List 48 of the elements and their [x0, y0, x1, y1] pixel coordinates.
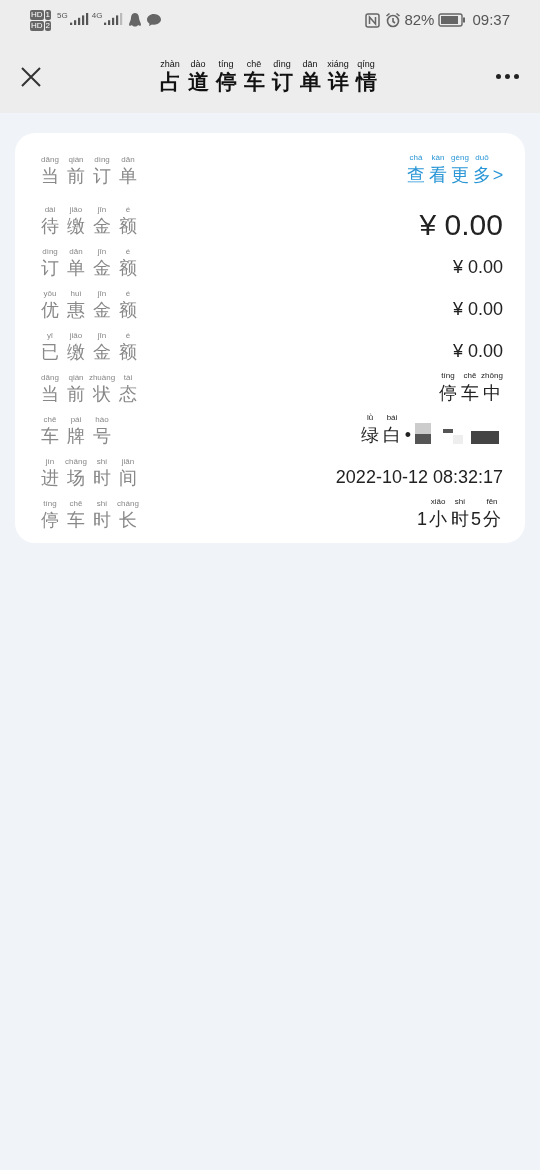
- field-label: 车 牌 号: [40, 425, 112, 447]
- signal-icon: [67, 13, 90, 27]
- field-label: 订 单 金 额: [40, 257, 138, 279]
- nfc-icon: [365, 12, 381, 28]
- pinyin-annotation: tíng chē zhōng: [440, 371, 503, 381]
- field-label: 待 缴 金 额: [40, 215, 138, 237]
- pinyin-annotation: dài jiǎo jīn é: [43, 205, 132, 215]
- signal-icon: [102, 13, 125, 27]
- page-title: 占 道 停 车 订 单 详 情: [158, 69, 378, 95]
- sim-badge: 1: [44, 9, 51, 20]
- field-value: 2022-10-12 08:32:17: [335, 466, 503, 489]
- pinyin-annotation: yōu huì jīn é: [42, 289, 132, 299]
- view-more-link[interactable]: 查 看 更 多>: [405, 163, 503, 187]
- network-label: 5G: [57, 10, 68, 22]
- field-value: 1小 时5分: [417, 508, 502, 531]
- sim-badge: HD: [30, 9, 44, 20]
- field-value: ¥ 0.00: [419, 213, 503, 237]
- pinyin-annotation: dìng dān jīn é: [41, 247, 132, 257]
- chat-bubble-icon: [146, 13, 163, 27]
- sim-badge: HD: [30, 20, 44, 31]
- field-value: ¥ 0.00: [452, 340, 503, 363]
- pinyin-annotation: zhàn dào tíng chē dìng dān xiáng qíng: [159, 58, 376, 69]
- pinyin-annotation: dāng qián dìng dān: [40, 155, 136, 165]
- field-label: 优 惠 金 额: [40, 299, 138, 321]
- battery-icon: [438, 13, 467, 27]
- pinyin-annotation: chē pái hào: [42, 415, 110, 425]
- sim-badge: 2: [44, 20, 51, 31]
- pinyin-annotation: dāng qián zhuàng tài: [40, 373, 134, 383]
- field-value: 绿 白 •: [360, 424, 413, 447]
- pinyin-annotation: lǜ bái: [365, 413, 399, 423]
- field-value: ¥ 0.00: [452, 256, 503, 279]
- field-label: 进 场 时 间: [40, 467, 138, 489]
- pinyin-annotation: tíng chē shí cháng: [42, 499, 140, 509]
- alarm-clock-icon: [385, 12, 402, 28]
- pinyin-annotation: jìn chǎng shí jiān: [44, 457, 136, 467]
- field-label: 停 车 时 长: [40, 509, 138, 531]
- field-label: 已 缴 金 额: [40, 341, 138, 363]
- clock-time: 09:37: [472, 9, 510, 30]
- field-value: 停 车 中: [438, 382, 502, 405]
- field-value: ¥ 0.00: [452, 298, 503, 321]
- pinyin-annotation: xiǎo shí fēn: [429, 497, 499, 507]
- field-label: 当 前 状 态: [40, 383, 138, 405]
- pinyin-annotation: chá kàn gèng duō: [408, 153, 490, 163]
- pinyin-annotation: yǐ jiǎo jīn é: [46, 331, 132, 341]
- field-label: 当 前 订 单: [40, 165, 138, 187]
- penguin-icon: [128, 12, 143, 28]
- network-label: 4G: [91, 10, 103, 22]
- battery-percent: 82%: [404, 9, 435, 30]
